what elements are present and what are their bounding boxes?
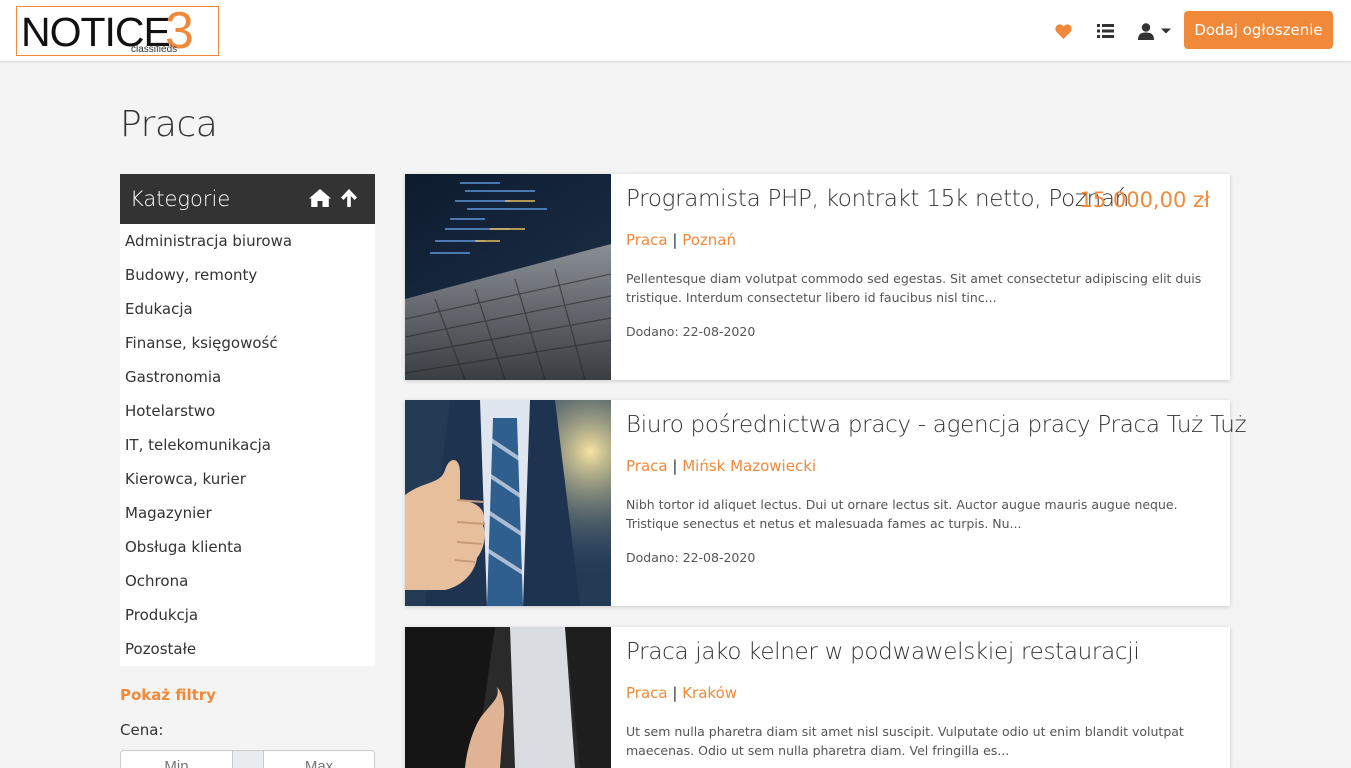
- listing-category-link[interactable]: Praca: [626, 684, 668, 702]
- caret-down-icon: [1161, 28, 1171, 34]
- listing-title[interactable]: Praca jako kelner w podwawelskiej restau…: [626, 639, 1140, 665]
- listing-city-link[interactable]: Kraków: [682, 684, 737, 702]
- categories-header: Kategorie: [120, 174, 375, 224]
- listing-card[interactable]: Biuro pośrednictwa pracy - agencja pracy…: [405, 400, 1247, 606]
- category-list: Administracja biurowa Budowy, remonty Ed…: [120, 224, 375, 666]
- category-item[interactable]: IT, telekomunikacja: [125, 435, 271, 455]
- listing-card[interactable]: Praca jako kelner w podwawelskiej restau…: [405, 627, 1230, 768]
- listing-card[interactable]: Programista PHP, kontrakt 15k netto, Poz…: [405, 174, 1230, 380]
- heart-icon[interactable]: [1053, 20, 1073, 42]
- home-icon[interactable]: [308, 188, 332, 210]
- price-label: Cena:: [120, 721, 164, 739]
- category-item[interactable]: Pozostałe: [125, 639, 196, 659]
- category-item[interactable]: Produkcja: [125, 605, 198, 625]
- listing-description: Ut sem nulla pharetra diam sit amet nisl…: [626, 724, 1184, 758]
- tag-separator: |: [672, 457, 678, 475]
- category-item[interactable]: Ochrona: [125, 571, 188, 591]
- list-icon[interactable]: [1095, 20, 1115, 42]
- listing-city-link[interactable]: Poznań: [682, 231, 736, 249]
- listing-title[interactable]: Programista PHP, kontrakt 15k netto, Poz…: [626, 186, 1129, 212]
- category-item[interactable]: Finanse, księgowość: [125, 333, 278, 353]
- listing-tags: Praca | Kraków: [626, 684, 737, 702]
- listing-description: Nibh tortor id aliquet lectus. Dui ut or…: [626, 497, 1178, 531]
- listing-category-link[interactable]: Praca: [626, 231, 668, 249]
- price-max-input[interactable]: [264, 751, 374, 768]
- category-item[interactable]: Kierowca, kurier: [125, 469, 246, 489]
- listing-date: Dodano: 22-08-2020: [626, 550, 756, 565]
- price-separator: [232, 751, 264, 768]
- arrow-up-icon[interactable]: [340, 188, 360, 210]
- listing-image[interactable]: [405, 400, 611, 606]
- tag-separator: |: [672, 684, 678, 702]
- top-navbar: NOTICE 3 classifieds Dodaj ogłoszenie: [0, 0, 1351, 62]
- price-min-input[interactable]: [121, 751, 232, 768]
- listing-date: Dodano: 22-08-2020: [626, 324, 756, 339]
- listing-tags: Praca | Mińsk Mazowiecki: [626, 457, 816, 475]
- category-item[interactable]: Administracja biurowa: [125, 231, 292, 251]
- category-item[interactable]: Edukacja: [125, 299, 193, 319]
- category-item[interactable]: Hotelarstwo: [125, 401, 215, 421]
- categories-title: Kategorie: [130, 187, 231, 211]
- tag-separator: |: [672, 231, 678, 249]
- listing-image[interactable]: [405, 174, 611, 380]
- add-listing-button[interactable]: Dodaj ogłoszenie: [1184, 11, 1333, 49]
- user-icon: [1138, 22, 1154, 40]
- user-menu-button[interactable]: [1136, 20, 1174, 42]
- category-item[interactable]: Magazynier: [125, 503, 212, 523]
- show-filters-link[interactable]: Pokaż filtry: [120, 686, 216, 704]
- listing-price: 15 000,00 zł: [1079, 188, 1210, 212]
- listing-city-link[interactable]: Mińsk Mazowiecki: [682, 457, 816, 475]
- listing-category-link[interactable]: Praca: [626, 457, 668, 475]
- listing-title[interactable]: Biuro pośrednictwa pracy - agencja pracy…: [626, 412, 1247, 438]
- price-range: [120, 750, 375, 768]
- listing-image[interactable]: [405, 627, 611, 768]
- category-item[interactable]: Budowy, remonty: [125, 265, 257, 285]
- listing-description: Pellentesque diam volutpat commodo sed e…: [626, 271, 1202, 305]
- category-item[interactable]: Obsługa klienta: [125, 537, 242, 557]
- page-title: Praca: [120, 104, 218, 145]
- site-logo[interactable]: NOTICE 3 classifieds: [16, 5, 219, 57]
- listing-tags: Praca | Poznań: [626, 231, 736, 249]
- category-item[interactable]: Gastronomia: [125, 367, 221, 387]
- logo-subtitle: classifieds: [131, 44, 178, 55]
